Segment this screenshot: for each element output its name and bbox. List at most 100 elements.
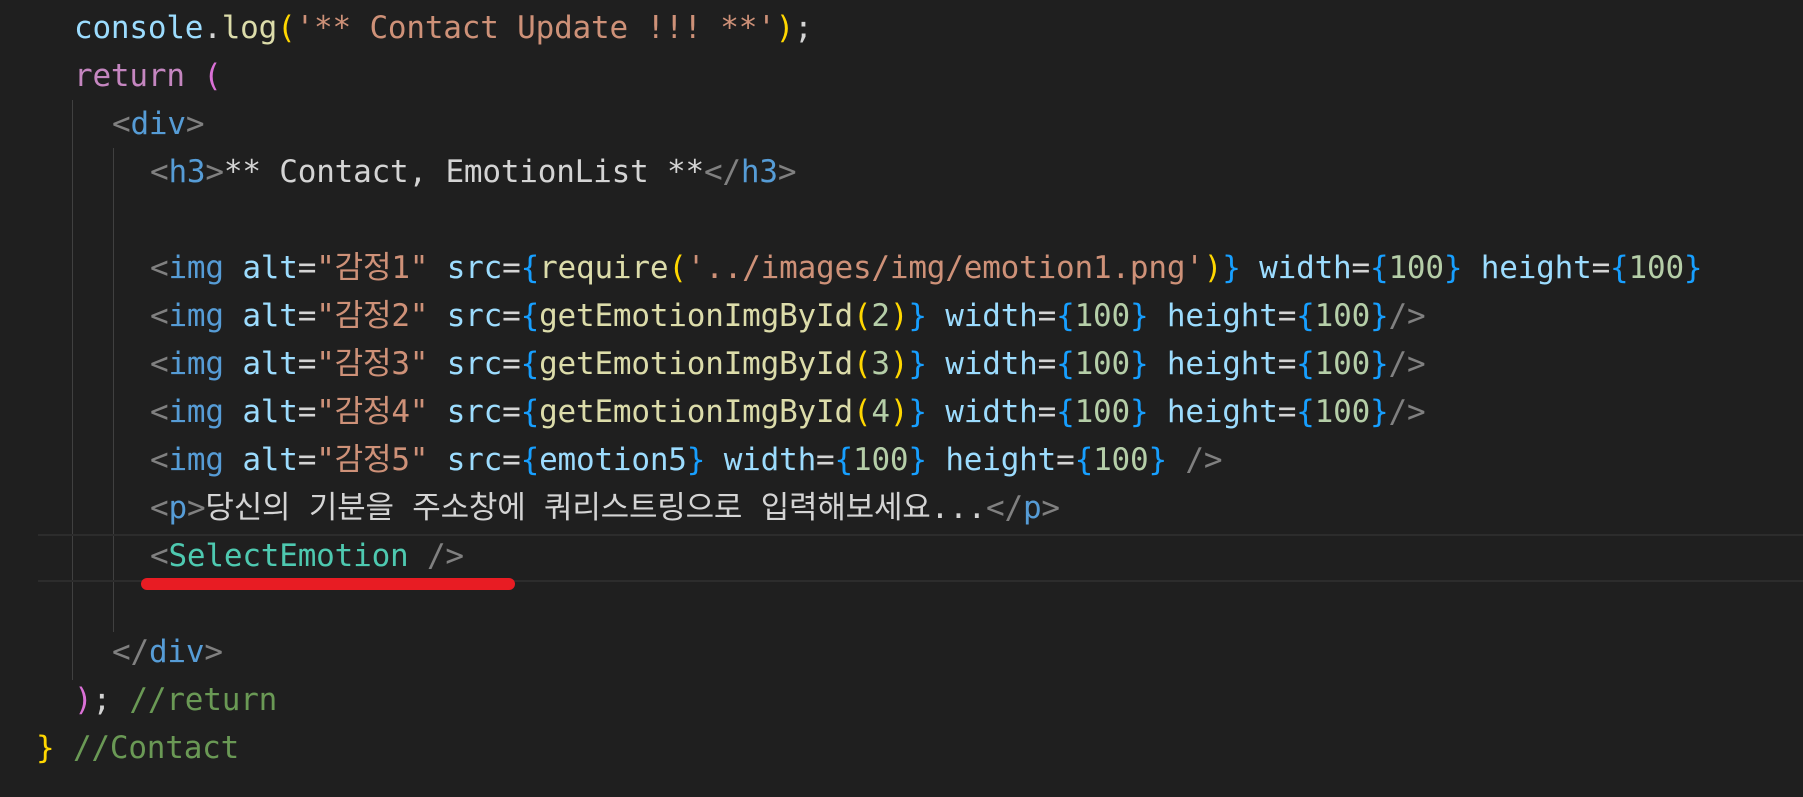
code-token: getEmotionImgById (539, 298, 853, 334)
code-token: } (1148, 442, 1167, 478)
code-token: < (150, 394, 169, 430)
code-token: /> (426, 538, 464, 574)
code-token: } (1129, 298, 1149, 334)
code-line[interactable]: } //Contact (36, 724, 239, 772)
code-token: 4 (871, 394, 890, 430)
code-line[interactable]: <h3>** Contact, EmotionList **</h3> (150, 148, 796, 196)
code-token: > (204, 634, 223, 670)
code-token: } (1683, 250, 1703, 286)
code-token: "감정4" (316, 394, 429, 430)
code-token: div (148, 634, 205, 670)
code-token: { (1369, 250, 1389, 286)
code-token: alt (242, 298, 298, 334)
code-line[interactable]: return ( (74, 52, 222, 100)
code-editor[interactable]: console.log('** Contact Update !!! **');… (0, 0, 1803, 797)
code-token: ( (203, 58, 222, 94)
code-token: < (150, 250, 169, 286)
code-token: 100 (1314, 394, 1371, 430)
code-token: } (686, 442, 706, 478)
code-token: ) (889, 346, 909, 382)
code-token: getEmotionImgById (539, 346, 853, 382)
code-token: = (297, 346, 317, 382)
code-token: } (908, 394, 927, 430)
code-token: getEmotionImgById (539, 394, 853, 430)
code-token: = (816, 442, 835, 478)
code-token: 2 (871, 298, 890, 334)
code-line[interactable]: <div> (112, 100, 205, 148)
code-token: } (1129, 346, 1149, 382)
code-token: '../images/img/emotion1.png' (686, 250, 1204, 286)
code-line[interactable]: console.log('** Contact Update !!! **'); (74, 4, 813, 52)
code-token: 100 (1314, 298, 1371, 334)
code-token: > (1041, 490, 1060, 526)
code-token: SelectEmotion (168, 538, 409, 574)
code-token: { (520, 346, 540, 382)
code-line[interactable]: <img alt="감정1" src={require('../images/i… (150, 244, 1703, 292)
code-token: require (539, 250, 669, 286)
code-token: h3 (168, 154, 206, 190)
code-token: /> (1185, 442, 1223, 478)
code-token: > (185, 106, 205, 142)
code-token: = (1037, 394, 1057, 430)
code-token: height (1166, 394, 1278, 430)
code-token: ( (852, 394, 872, 430)
code-token: width (723, 442, 817, 478)
code-token: ; (794, 10, 813, 46)
code-token: ) (889, 394, 909, 430)
code-token: "감정5" (316, 442, 429, 478)
code-token: 100 (1074, 298, 1131, 334)
code-token: = (297, 442, 317, 478)
code-token: } (1370, 346, 1389, 382)
code-token: { (520, 442, 540, 478)
code-token: height (1480, 250, 1592, 286)
code-token: h3 (740, 154, 778, 190)
code-token: = (502, 394, 521, 430)
code-line[interactable]: <img alt="감정4" src={getEmotionImgById(4)… (150, 388, 1426, 436)
code-token: "감정1" (316, 250, 429, 286)
code-token: 당신의 기분을 주소창에 쿼리스트링으로 입력해보세요... (205, 490, 987, 526)
code-token: ( (852, 298, 872, 334)
code-token: > (205, 154, 224, 190)
code-token: </ (703, 154, 741, 190)
code-line[interactable]: <img alt="감정3" src={getEmotionImgById(3)… (150, 340, 1426, 388)
code-token: < (150, 154, 169, 190)
code-token: ** Contact, EmotionList ** (223, 154, 704, 190)
code-token: { (1056, 394, 1075, 430)
code-line[interactable]: ); //return (74, 676, 277, 724)
code-token: ( (852, 346, 872, 382)
code-token: = (1056, 442, 1075, 478)
code-line[interactable]: <img alt="감정2" src={getEmotionImgById(2)… (150, 292, 1426, 340)
code-token: height (1166, 346, 1278, 382)
code-token: log (221, 10, 278, 46)
code-token: { (1610, 250, 1629, 286)
code-token: p (168, 490, 187, 526)
code-token: alt (242, 442, 298, 478)
code-line[interactable]: <SelectEmotion /> (150, 532, 464, 580)
code-token: src (446, 298, 503, 334)
code-token: alt (242, 250, 298, 286)
code-line[interactable]: <p>당신의 기분을 주소창에 쿼리스트링으로 입력해보세요...</p> (150, 484, 1060, 532)
code-token: < (150, 346, 169, 382)
code-line[interactable]: <img alt="감정5" src={emotion5} width={100… (150, 436, 1223, 484)
code-line[interactable]: </div> (112, 628, 223, 676)
code-token: </ (986, 490, 1023, 526)
code-token: img (168, 250, 224, 286)
code-token: "감정2" (316, 298, 429, 334)
code-token: = (1277, 394, 1297, 430)
code-token: { (1056, 346, 1075, 382)
code-token: { (1074, 442, 1094, 478)
code-token: < (150, 298, 169, 334)
code-token: 100 (1628, 250, 1685, 286)
code-token: emotion5 (539, 442, 687, 478)
